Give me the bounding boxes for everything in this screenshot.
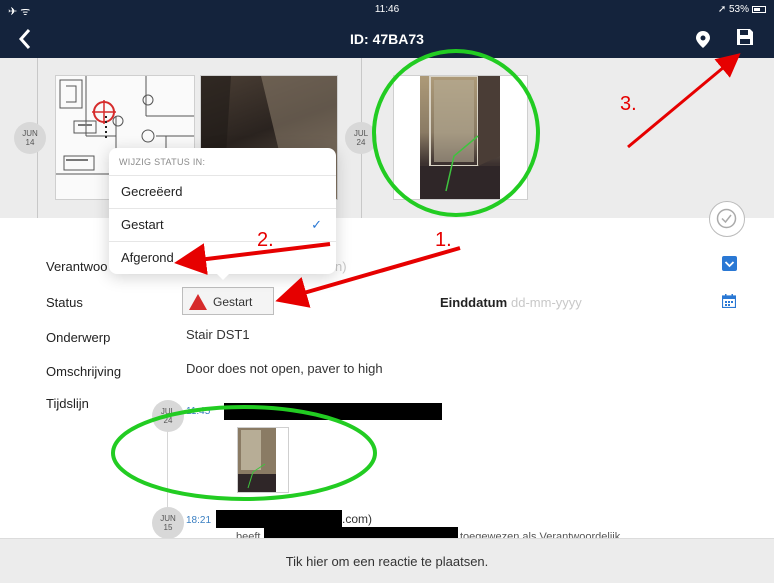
- status-bar: ✈ ᯤ 11:46 ➚ 53%: [0, 0, 774, 20]
- option-label: Afgerond: [121, 250, 174, 265]
- status-label: Status: [46, 295, 83, 310]
- status-popover: WIJZIG STATUS IN: Gecreëerd Gestart ✓ Af…: [109, 148, 336, 274]
- timeline-date-bubble: JUL 24: [152, 400, 184, 432]
- door-photo: [420, 76, 500, 199]
- redacted-text: [224, 403, 442, 420]
- date-day: 24: [356, 138, 366, 147]
- comment-bar[interactable]: Tik hier om een reactie te plaatsen.: [0, 538, 774, 583]
- end-date-label: Einddatum: [440, 295, 508, 310]
- annotation-number-2: 2.: [257, 229, 274, 251]
- popover-heading: WIJZIG STATUS IN:: [119, 157, 206, 167]
- responsible-dropdown-button[interactable]: [722, 256, 737, 271]
- timeline-time: 11:45: [186, 406, 211, 417]
- battery-indicator: ➚ 53%: [718, 4, 766, 15]
- door-photo-small: [238, 428, 276, 492]
- timeline-date-bubble: JUN 15: [152, 507, 184, 539]
- description-value[interactable]: Door does not open, paver to high: [186, 361, 383, 376]
- calendar-icon: [721, 294, 737, 309]
- calendar-button[interactable]: [721, 294, 737, 309]
- clock: 11:46: [374, 4, 400, 15]
- gallery-date-bubble: JUN 14: [14, 122, 46, 154]
- date-month: JUL: [353, 129, 369, 138]
- door-photo-thumbnail[interactable]: [393, 75, 528, 200]
- timeline-time: 18:21: [186, 515, 212, 526]
- date-day: 15: [163, 523, 173, 532]
- date-day: 14: [25, 138, 35, 147]
- date-month: JUN: [22, 129, 38, 138]
- subject-value[interactable]: Stair DST1: [186, 327, 250, 342]
- page-title: ID: 47BA73: [350, 31, 424, 47]
- battery-percent: ➚ 53%: [717, 4, 749, 15]
- annotation-number-3: 3.: [620, 93, 637, 115]
- status-option-created[interactable]: Gecreëerd: [109, 175, 336, 208]
- gallery-date-bubble: JUL 24: [345, 122, 377, 154]
- responsible-value[interactable]: n): [335, 259, 347, 274]
- timeline-photo-thumbnail[interactable]: [237, 427, 289, 493]
- status-option-started[interactable]: Gestart ✓: [109, 208, 336, 241]
- door-photo-sketch: [420, 76, 500, 199]
- warning-triangle-icon: [189, 294, 207, 310]
- location-pin-icon: [696, 31, 710, 48]
- floppy-disk-icon: [737, 29, 753, 45]
- battery-icon: [752, 5, 766, 13]
- location-pin-button[interactable]: [696, 31, 712, 49]
- chevron-down-icon: [724, 261, 735, 268]
- save-button[interactable]: [737, 29, 755, 47]
- status-value: Gestart: [213, 295, 253, 309]
- popover-arrow: [215, 272, 231, 280]
- subject-label: Onderwerp: [46, 330, 111, 345]
- responsible-label: Verantwoo: [46, 259, 108, 274]
- nav-bar: ID: 47BA73: [0, 20, 774, 58]
- timeline-label: Tijdslijn: [46, 396, 89, 411]
- redacted-text: [216, 510, 342, 528]
- end-date-field[interactable]: dd-mm-yyyy: [511, 295, 582, 310]
- description-label: Omschrijving: [46, 364, 122, 379]
- status-option-completed[interactable]: Afgerond: [109, 241, 336, 274]
- annotation-number-1: 1.: [435, 229, 452, 251]
- option-label: Gecreëerd: [121, 184, 183, 199]
- date-month: JUL: [160, 407, 176, 416]
- checkmark-icon: ✓: [311, 217, 322, 232]
- option-label: Gestart: [121, 217, 164, 232]
- timeline-email-tail: .com): [342, 512, 372, 526]
- date-day: 24: [163, 416, 173, 425]
- complete-check-button[interactable]: [709, 201, 745, 237]
- status-button[interactable]: Gestart: [182, 287, 274, 315]
- date-month: JUN: [160, 514, 176, 523]
- check-circle-icon: [716, 208, 737, 229]
